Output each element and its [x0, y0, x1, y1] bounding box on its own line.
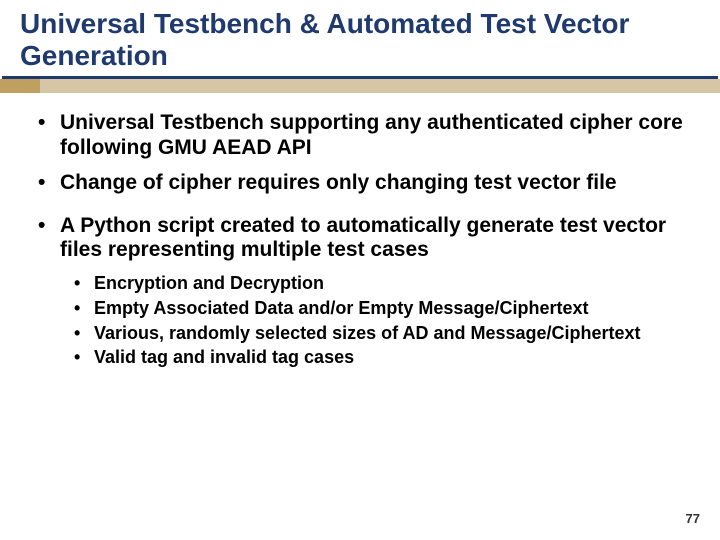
- sub-bullet-item: Encryption and Decryption: [72, 273, 686, 294]
- page-number: 77: [686, 511, 700, 526]
- sub-bullet-item: Various, randomly selected sizes of AD a…: [72, 323, 686, 344]
- bullet-text: A Python script created to automatically…: [60, 214, 666, 262]
- slide-title: Universal Testbench & Automated Test Vec…: [2, 0, 718, 79]
- slide-body: Universal Testbench supporting any authe…: [0, 93, 720, 368]
- sub-bullet-item: Valid tag and invalid tag cases: [72, 347, 686, 368]
- title-underline-accent: [0, 79, 720, 93]
- bullet-item: Universal Testbench supporting any authe…: [34, 111, 686, 161]
- sub-bullet-item: Empty Associated Data and/or Empty Messa…: [72, 298, 686, 319]
- bullet-item: Change of cipher requires only changing …: [34, 171, 686, 196]
- bullet-item: A Python script created to automatically…: [34, 214, 686, 368]
